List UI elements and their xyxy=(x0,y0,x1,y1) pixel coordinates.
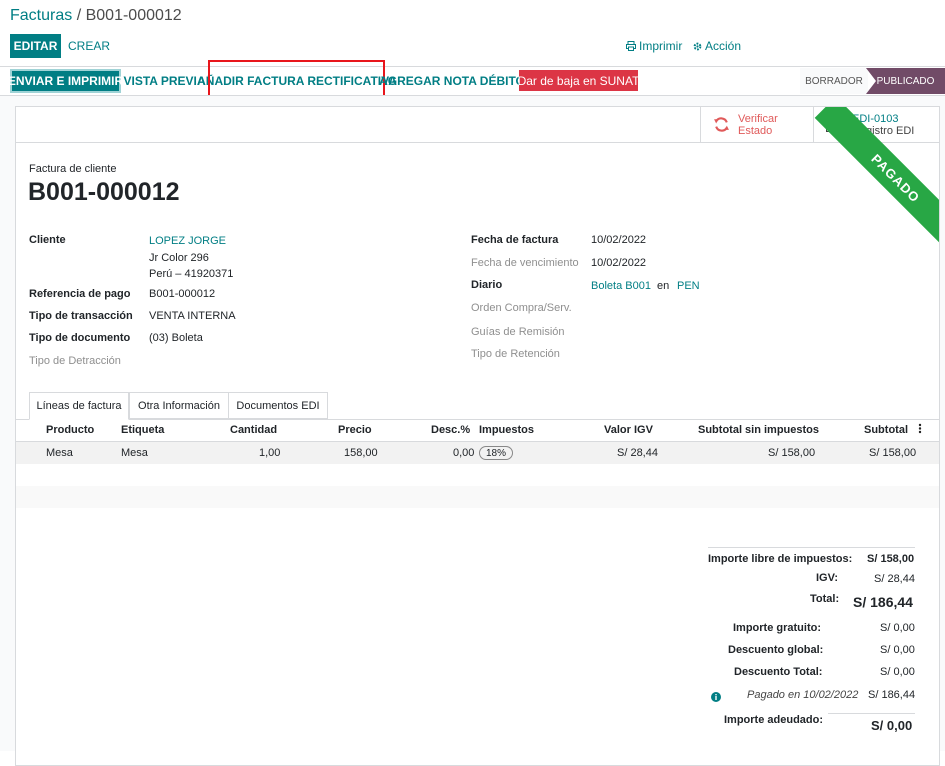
currency-link[interactable]: PEN xyxy=(677,280,700,292)
journal-link[interactable]: Boleta B001 xyxy=(591,280,651,292)
total-value: S/ 186,44 xyxy=(853,594,913,610)
cell-discount: 0,00 xyxy=(453,447,475,459)
cell-subtotal: S/ 158,00 xyxy=(869,447,917,459)
journal-label: Diario xyxy=(471,279,503,291)
totals-divider xyxy=(708,547,915,548)
smart-button-box: Verificar Estado EDI-0103 Registro EDI xyxy=(16,107,939,143)
table-empty-row xyxy=(16,464,939,486)
send-print-button[interactable]: ENVIAR E IMPRIMIR xyxy=(8,69,123,93)
col-header-subtotal-untaxed[interactable]: Subtotal sin impuestos xyxy=(698,424,819,436)
col-header-label[interactable]: Etiqueta xyxy=(121,424,164,436)
document-type-field-label: Tipo de documento xyxy=(29,332,131,344)
untaxed-amount-label: Importe libre de impuestos: xyxy=(708,553,853,565)
document-type-field-value: (03) Boleta xyxy=(149,332,203,344)
cell-igv-value: S/ 28,44 xyxy=(617,447,658,459)
action-menu[interactable]: Acción xyxy=(693,39,741,53)
igv-label: IGV: xyxy=(816,572,839,584)
vertical-dots-icon xyxy=(918,423,922,434)
col-header-subtotal[interactable]: Subtotal xyxy=(864,424,908,436)
col-header-quantity[interactable]: Cantidad xyxy=(230,424,277,436)
total-discount-label: Descuento Total: xyxy=(734,666,823,678)
customer-address-line2: Perú – 41920371 xyxy=(149,268,234,280)
journal-in-text: en xyxy=(657,280,670,292)
preview-button[interactable]: VISTA PREVIA xyxy=(124,69,206,93)
transaction-type-label: Tipo de transacción xyxy=(29,310,133,322)
verify-line1: Verificar xyxy=(738,112,778,125)
global-discount-value: S/ 0,00 xyxy=(880,644,915,656)
cell-label: Mesa xyxy=(121,447,148,459)
info-icon xyxy=(711,692,721,702)
refresh-icon xyxy=(714,117,729,132)
col-header-discount[interactable]: Desc.% xyxy=(431,424,470,436)
document-type-label: Factura de cliente xyxy=(29,163,117,175)
action-label: Acción xyxy=(705,39,742,53)
print-menu[interactable]: Imprimir xyxy=(626,39,682,53)
paid-amount-value: S/ 186,44 xyxy=(868,689,916,701)
tabs-divider xyxy=(16,419,939,420)
customer-address-line1: Jr Color 296 xyxy=(149,252,209,264)
due-date-label: Fecha de vencimiento xyxy=(471,257,579,269)
stage-draft[interactable]: BORRADOR xyxy=(800,68,868,94)
verify-line2: Estado xyxy=(738,124,773,137)
cell-product: Mesa xyxy=(46,447,73,459)
statusbar-top-divider xyxy=(0,66,945,67)
payment-reference-label: Referencia de pago xyxy=(29,288,131,300)
amount-due-value: S/ 0,00 xyxy=(871,718,913,733)
detraction-type-label: Tipo de Detracción xyxy=(29,355,121,367)
col-header-igv-value[interactable]: Valor IGV xyxy=(604,424,653,436)
total-discount-value: S/ 0,00 xyxy=(880,666,915,678)
payment-info-icon[interactable] xyxy=(711,689,721,707)
breadcrumb-separator: / xyxy=(72,7,86,24)
global-discount-label: Descuento global: xyxy=(728,644,824,656)
cell-quantity: 1,00 xyxy=(259,447,281,459)
remission-guides-label: Guías de Remisión xyxy=(471,326,565,338)
sunat-cancel-button[interactable]: Dar de baja en SUNAT xyxy=(518,70,639,91)
purchase-order-label: Orden Compra/Serv. xyxy=(471,302,572,314)
invoice-date-label: Fecha de factura xyxy=(471,234,559,246)
cell-subtotal-untaxed: S/ 158,00 xyxy=(768,447,816,459)
due-date-value: 10/02/2022 xyxy=(591,257,647,269)
form-sheet: Verificar Estado EDI-0103 Registro EDI P… xyxy=(15,106,940,766)
tax-badge: 18% xyxy=(479,446,514,460)
customer-name-link[interactable]: LOPEZ JORGE xyxy=(149,235,226,247)
total-label: Total: xyxy=(810,593,840,605)
cell-price: 158,00 xyxy=(344,447,378,459)
col-header-taxes[interactable]: Impuestos xyxy=(479,424,534,436)
create-button[interactable]: CREAR xyxy=(66,34,112,58)
table-empty-row xyxy=(16,486,939,508)
payment-reference-value: B001-000012 xyxy=(149,288,216,300)
amount-due-label: Importe adeudado: xyxy=(724,714,824,726)
document-number: B001-000012 xyxy=(28,178,180,206)
column-options-icon[interactable] xyxy=(918,423,922,437)
printer-icon xyxy=(626,41,636,51)
customer-label: Cliente xyxy=(29,234,66,246)
free-amount-label: Importe gratuito: xyxy=(733,622,821,634)
breadcrumb-parent-link[interactable]: Facturas xyxy=(10,7,72,24)
edit-button[interactable]: EDITAR xyxy=(10,34,61,58)
stage-posted[interactable]: PUBLICADO xyxy=(866,68,945,94)
transaction-type-value: VENTA INTERNA xyxy=(149,310,236,322)
amount-due-divider xyxy=(828,713,915,714)
print-label: Imprimir xyxy=(639,39,683,53)
gear-icon xyxy=(693,42,702,50)
tab-edi-documents[interactable]: Documentos EDI xyxy=(228,392,328,419)
free-amount-value: S/ 0,00 xyxy=(880,622,915,634)
verify-status-text: Verificar Estado xyxy=(738,113,778,137)
breadcrumb-current: B001-000012 xyxy=(85,7,182,24)
paid-on-label: Pagado en 10/02/2022 xyxy=(747,689,859,701)
retention-type-label: Tipo de Retención xyxy=(471,348,560,360)
add-debit-note-button[interactable]: AGREGAR NOTA DÉBITO xyxy=(379,69,525,93)
col-header-product[interactable]: Producto xyxy=(46,424,94,436)
breadcrumb: Facturas / B001-000012 xyxy=(10,7,182,25)
verify-status-button[interactable]: Verificar Estado xyxy=(700,107,813,142)
tab-invoice-lines[interactable]: Líneas de factura xyxy=(29,392,129,420)
igv-value: S/ 28,44 xyxy=(874,573,915,585)
col-header-price[interactable]: Precio xyxy=(338,424,372,436)
tab-other-info[interactable]: Otra Información xyxy=(129,392,229,419)
invoice-date-value: 10/02/2022 xyxy=(591,234,647,246)
untaxed-amount-value: S/ 158,00 xyxy=(867,553,915,565)
